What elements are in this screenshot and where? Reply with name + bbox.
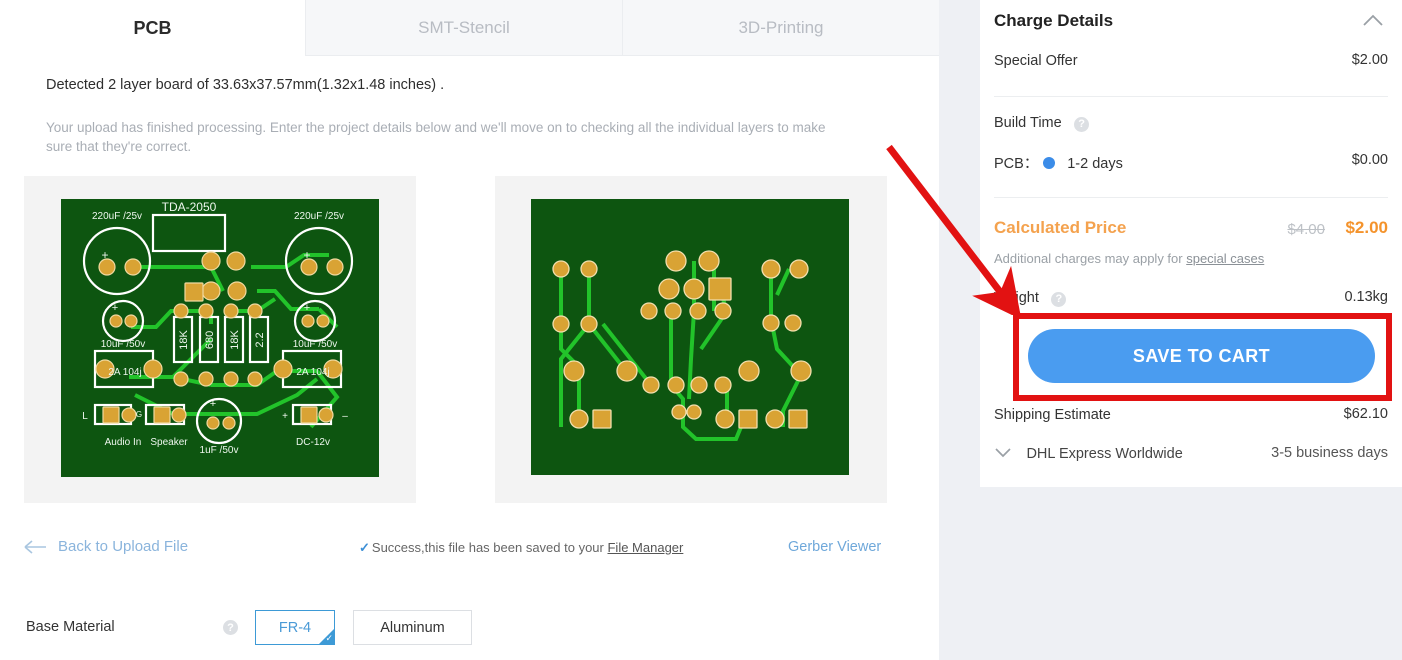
- file-saved-message: ✓ Success,this file has been saved to you…: [359, 540, 683, 556]
- svg-text:220uF /25v: 220uF /25v: [92, 211, 142, 222]
- file-manager-link[interactable]: File Manager: [607, 540, 683, 555]
- pcb-build-value: $0.00: [1351, 152, 1388, 168]
- svg-text:TDA-2050: TDA-2050: [162, 200, 217, 214]
- panel-title: Charge Details: [994, 11, 1114, 30]
- save-to-cart-button[interactable]: SAVE TO CART: [1028, 329, 1375, 383]
- additional-charges-text: Additional charges may apply for: [994, 251, 1187, 266]
- weight-value: 0.13kg: [1344, 289, 1388, 305]
- pcb-bottom-preview-card[interactable]: [495, 176, 887, 503]
- base-material-option-aluminum[interactable]: Aluminum: [353, 610, 472, 645]
- gerber-viewer-link[interactable]: Gerber Viewer: [788, 539, 881, 555]
- base-material-option-fr4[interactable]: FR-4 ✓: [255, 610, 335, 645]
- svg-text:18K: 18K: [229, 330, 241, 350]
- svg-text:+: +: [304, 302, 310, 314]
- row-special-offer: Special Offer $2.00: [994, 52, 1388, 70]
- svg-text:2.2: 2.2: [254, 332, 266, 347]
- row-shipping-estimate: Shipping Estimate $62.10: [994, 406, 1388, 424]
- chevron-down-icon[interactable]: [994, 445, 1012, 463]
- back-to-upload-link[interactable]: Back to Upload File: [24, 538, 188, 555]
- old-price: $4.00: [1287, 221, 1325, 238]
- back-to-upload-label: Back to Upload File: [58, 538, 189, 555]
- special-cases-link[interactable]: special cases: [1186, 251, 1264, 266]
- selected-check-icon: ✓: [325, 633, 333, 643]
- svg-text:+: +: [101, 248, 108, 262]
- weight-help-icon[interactable]: ?: [1051, 291, 1067, 307]
- pcb-silkscreen-image: TDA-2050 220uF /25v 220uF /25v 10uF /50v…: [61, 199, 379, 477]
- detected-board-text: Detected 2 layer board of 33.63x37.57mm(…: [46, 77, 445, 93]
- pcb-copper-image: [531, 199, 849, 475]
- tab-strip: PCB SMT-Stencil 3D-Printing: [0, 0, 939, 56]
- base-material-option-fr4-label: FR-4: [278, 619, 312, 636]
- svg-text:G: G: [136, 410, 142, 419]
- charge-details-panel: Charge Details Special Offer $2.00 Build…: [980, 0, 1402, 487]
- tab-smt-stencil[interactable]: SMT-Stencil: [305, 0, 622, 56]
- weight-label: Weight: [994, 290, 1039, 306]
- svg-text:–: –: [342, 411, 348, 422]
- svg-text:18K: 18K: [178, 330, 190, 350]
- shipping-estimate-value: $62.10: [1343, 406, 1388, 422]
- additional-charges-note: Additional charges may apply for special…: [994, 251, 1388, 266]
- svg-text:220uF /25v: 220uF /25v: [294, 211, 344, 222]
- check-icon: ✓: [359, 540, 370, 555]
- svg-text:+: +: [210, 398, 216, 410]
- svg-text:+: +: [112, 302, 118, 314]
- tab-pcb[interactable]: PCB: [0, 0, 305, 56]
- svg-text:10uF /50v: 10uF /50v: [101, 339, 145, 350]
- arrow-left-icon: [24, 539, 48, 554]
- pcb-build-days: 1-2 days: [1067, 156, 1123, 172]
- svg-text:2A 104j: 2A 104j: [296, 367, 329, 378]
- special-offer-value: $2.00: [1351, 52, 1388, 68]
- svg-text:+: +: [282, 411, 288, 422]
- chevron-up-icon[interactable]: [1362, 14, 1384, 32]
- row-weight: Weight ? 0.13kg: [994, 289, 1388, 307]
- svg-text:Audio In: Audio In: [105, 437, 142, 448]
- base-material-help-icon[interactable]: ?: [223, 620, 238, 635]
- page-root: PCB SMT-Stencil 3D-Printing Detected 2 l…: [0, 0, 1402, 660]
- svg-text:2A 104j: 2A 104j: [108, 367, 141, 378]
- special-offer-label: Special Offer: [994, 53, 1078, 69]
- base-material-label: Base Material: [26, 619, 115, 635]
- pcb-top-preview-card[interactable]: TDA-2050 220uF /25v 220uF /25v 10uF /50v…: [24, 176, 416, 503]
- carrier-eta: 3-5 business days: [1271, 445, 1388, 461]
- new-price: $2.00: [1345, 218, 1388, 237]
- build-time-help-icon[interactable]: ?: [1074, 116, 1090, 132]
- file-saved-text: Success,this file has been saved to your: [371, 540, 608, 555]
- row-build-time: Build Time ?: [994, 114, 1388, 132]
- selected-radio-icon[interactable]: [1042, 156, 1055, 169]
- svg-text:Speaker: Speaker: [150, 437, 188, 448]
- svg-text:1uF /50v: 1uF /50v: [200, 445, 239, 456]
- pcb-build-label: PCB：: [994, 156, 1039, 172]
- divider: [994, 96, 1388, 97]
- row-pcb-build-time: PCB： 1-2 days $0.00: [994, 152, 1388, 173]
- tab-3d-printing[interactable]: 3D-Printing: [622, 0, 939, 56]
- main-content: PCB SMT-Stencil 3D-Printing Detected 2 l…: [0, 0, 939, 660]
- shipping-estimate-label: Shipping Estimate: [994, 407, 1111, 423]
- upload-hint-text: Your upload has finished processing. Ent…: [46, 120, 826, 154]
- row-calculated-price: Calculated Price $4.00 $2.00: [994, 218, 1388, 238]
- carrier-label: DHL Express Worldwide: [1026, 446, 1183, 463]
- calculated-price-label: Calculated Price: [994, 218, 1127, 237]
- row-carrier[interactable]: DHL Express Worldwide 3-5 business days: [994, 445, 1388, 463]
- divider: [994, 197, 1388, 198]
- svg-text:L: L: [82, 411, 88, 422]
- svg-text:DC-12v: DC-12v: [296, 437, 330, 448]
- svg-text:+: +: [303, 248, 310, 262]
- svg-text:680: 680: [204, 331, 216, 349]
- svg-text:10uF /50v: 10uF /50v: [293, 339, 337, 350]
- build-time-label: Build Time: [994, 115, 1062, 131]
